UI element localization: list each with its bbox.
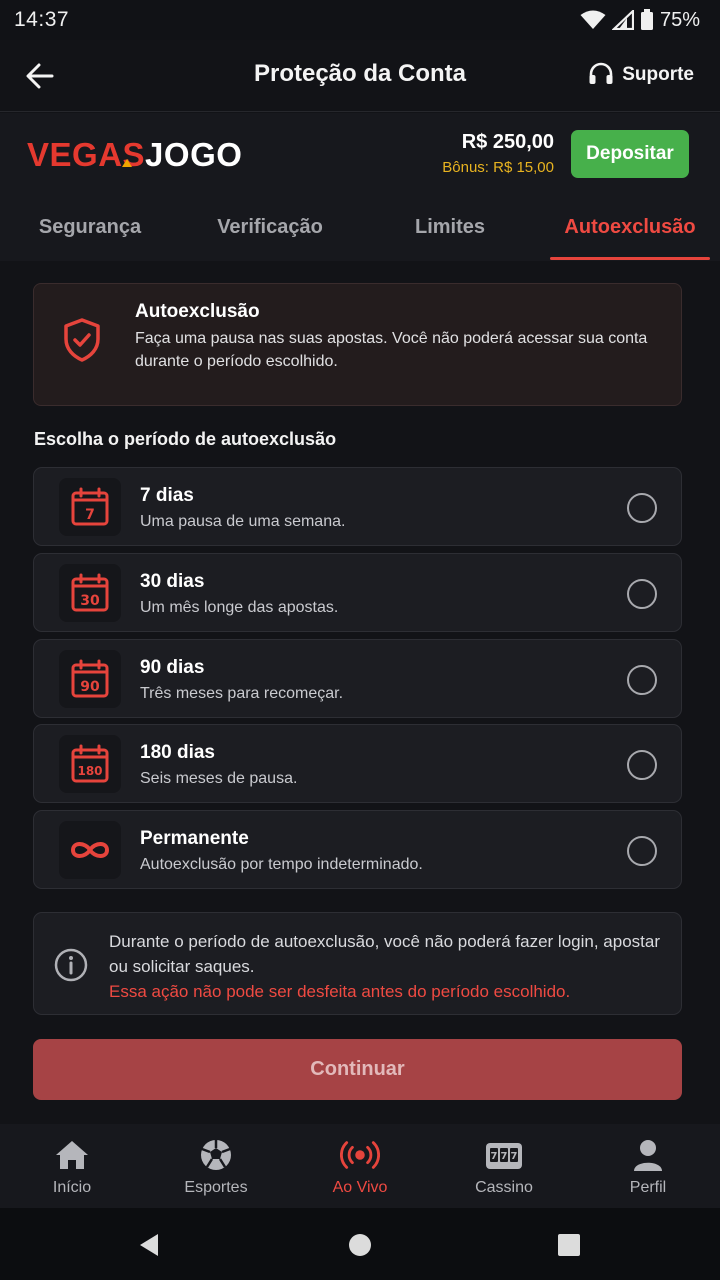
nav-perfil[interactable]: Perfil — [576, 1124, 720, 1208]
calendar-icon: 7 — [59, 478, 121, 536]
nav-label: Esportes — [184, 1179, 248, 1196]
option-subtitle: Seis meses de pausa. — [140, 770, 298, 787]
option-180-dias[interactable]: 180 180 dias Seis meses de pausa. — [33, 724, 682, 803]
notice-title: Autoexclusão — [135, 301, 260, 322]
option-title: 90 dias — [140, 657, 205, 678]
continue-button[interactable]: Continuar — [33, 1039, 682, 1100]
balance-display: R$ 250,00 Bônus: R$ 15,00 — [442, 131, 554, 176]
support-button[interactable]: Suporte — [588, 62, 694, 88]
info-text: Durante o período de autoexclusão, você … — [109, 929, 669, 1004]
tab-seguranca[interactable]: Segurança — [0, 195, 180, 261]
tab-limites[interactable]: Limites — [360, 195, 540, 261]
radio-button[interactable] — [627, 665, 657, 695]
option-subtitle: Autoexclusão por tempo indeterminado. — [140, 856, 423, 873]
system-navigation-bar — [0, 1208, 720, 1280]
nav-label: Cassino — [475, 1179, 533, 1196]
logo-spark-icon — [122, 159, 132, 167]
nav-ao-vivo[interactable]: Ao Vivo — [288, 1124, 432, 1208]
section-label: Escolha o período de autoexclusão — [34, 429, 337, 449]
info-icon — [54, 948, 88, 982]
system-home-icon[interactable] — [348, 1232, 372, 1258]
svg-text:7: 7 — [491, 1151, 498, 1162]
battery-percent: 75% — [659, 8, 700, 31]
live-broadcast-icon — [340, 1136, 380, 1174]
shield-check-icon — [64, 318, 100, 362]
nav-label: Início — [52, 1179, 92, 1196]
logo-jogo: JOGO — [145, 136, 243, 173]
system-recents-icon[interactable] — [557, 1232, 581, 1258]
headset-icon — [589, 62, 613, 84]
nav-inicio[interactable]: Início — [0, 1124, 144, 1208]
nav-label: Perfil — [629, 1179, 667, 1196]
support-label: Suporte — [622, 64, 694, 85]
back-button[interactable] — [22, 58, 58, 94]
soccer-ball-icon — [196, 1136, 236, 1174]
tab-bar: Segurança Verificação Limites Autoexclus… — [0, 195, 720, 261]
app-header: Proteção da Conta Suporte — [0, 40, 720, 112]
system-back-icon[interactable] — [136, 1232, 162, 1258]
option-30-dias[interactable]: 30 30 dias Um mês longe das apostas. — [33, 553, 682, 632]
calendar-number: 7 — [85, 507, 95, 523]
calendar-number: 180 — [77, 764, 102, 778]
option-subtitle: Uma pausa de uma semana. — [140, 513, 346, 530]
infinity-icon — [59, 821, 121, 879]
option-90-dias[interactable]: 90 90 dias Três meses para recomeçar. — [33, 639, 682, 718]
radio-button[interactable] — [627, 750, 657, 780]
self-exclusion-notice: Autoexclusão Faça uma pausa nas suas apo… — [33, 283, 682, 406]
option-title: 30 dias — [140, 571, 205, 592]
vegasjogo-logo[interactable]: VEGASJOGO — [27, 135, 242, 175]
status-icons: 75% — [580, 9, 700, 32]
bonus-amount: Bônus: R$ 15,00 — [442, 159, 554, 176]
calendar-icon: 30 — [59, 564, 121, 622]
svg-text:7: 7 — [511, 1151, 518, 1162]
balance-amount: R$ 250,00 — [461, 131, 554, 153]
battery-icon — [640, 9, 653, 30]
info-warning: Essa ação não pode ser desfeita antes do… — [109, 982, 571, 1001]
status-time: 14:37 — [14, 8, 70, 31]
nav-label: Ao Vivo — [332, 1179, 388, 1196]
option-permanente[interactable]: Permanente Autoexclusão por tempo indete… — [33, 810, 682, 889]
deposit-button[interactable]: Depositar — [571, 130, 689, 178]
option-subtitle: Um mês longe das apostas. — [140, 599, 339, 616]
nav-cassino[interactable]: 777 Cassino — [432, 1124, 576, 1208]
option-title: 7 dias — [140, 485, 194, 506]
radio-button[interactable] — [627, 579, 657, 609]
radio-button[interactable] — [627, 493, 657, 523]
brand-bar: VEGASJOGO R$ 250,00 Bônus: R$ 15,00 Depo… — [0, 113, 720, 195]
wifi-icon — [580, 10, 606, 29]
notice-text: Faça uma pausa nas suas apostas. Você nã… — [135, 330, 648, 370]
calendar-number: 90 — [80, 679, 100, 695]
slot-machine-icon: 777 — [484, 1136, 524, 1174]
status-bar: 14:37 75% — [0, 0, 720, 40]
user-icon — [628, 1136, 668, 1174]
calendar-number: 30 — [80, 593, 100, 609]
home-icon — [52, 1136, 92, 1174]
info-body: Durante o período de autoexclusão, você … — [109, 932, 660, 976]
tab-verificacao[interactable]: Verificação — [180, 195, 360, 261]
option-title: Permanente — [140, 828, 249, 849]
option-7-dias[interactable]: 7 7 dias Uma pausa de uma semana. — [33, 467, 682, 546]
option-subtitle: Três meses para recomeçar. — [140, 685, 344, 702]
svg-text:7: 7 — [501, 1151, 508, 1162]
radio-button[interactable] — [627, 836, 657, 866]
tab-autoexclusao[interactable]: Autoexclusão — [540, 195, 720, 261]
option-title: 180 dias — [140, 742, 215, 763]
bottom-navigation: Início Esportes Ao Vivo 777 Cassino Perf… — [0, 1124, 720, 1208]
arrow-left-icon — [26, 63, 54, 89]
calendar-icon: 90 — [59, 650, 121, 708]
logo-vegas: VEGAS — [27, 136, 146, 173]
cellular-signal-icon — [611, 10, 634, 30]
nav-esportes[interactable]: Esportes — [144, 1124, 288, 1208]
calendar-icon: 180 — [59, 735, 121, 793]
info-notice: Durante o período de autoexclusão, você … — [33, 912, 682, 1015]
